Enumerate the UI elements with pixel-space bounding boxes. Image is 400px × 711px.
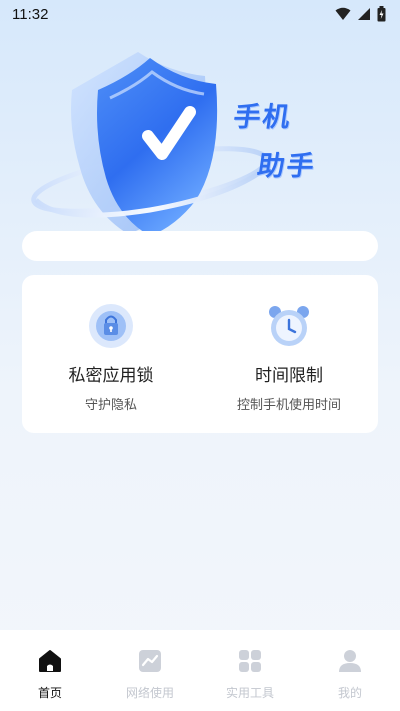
feature-title: 时间限制 [255,366,323,386]
bottom-nav: 首页 网络使用 实用工具 我的 [0,630,400,711]
lock-icon [89,304,133,348]
signal-icon [358,8,370,20]
status-icons [335,6,386,22]
nav-item-profile[interactable]: 我的 [300,630,400,711]
feature-card: 私密应用锁 守护隐私 时间限制 控制手机使用时间 [22,275,378,433]
profile-icon [339,650,361,672]
status-bar: 11:32 [0,0,400,28]
shield-check-icon [31,52,269,236]
home-icon [39,650,61,672]
nav-item-home[interactable]: 首页 [0,630,100,711]
alarm-clock-icon [269,306,309,346]
feature-app-lock[interactable]: 私密应用锁 守护隐私 [22,275,200,433]
battery-icon [377,6,386,22]
hero-title-line2: 助手 [255,151,318,182]
nav-item-tools[interactable]: 实用工具 [200,630,300,711]
search-bar[interactable] [22,231,378,261]
network-chart-icon [139,650,161,672]
nav-label: 我的 [337,686,362,700]
hero-banner: 手机 助手 [0,28,400,238]
nav-item-network[interactable]: 网络使用 [100,630,200,711]
feature-time-limit[interactable]: 时间限制 控制手机使用时间 [200,275,378,433]
feature-title: 私密应用锁 [68,366,154,386]
nav-label: 网络使用 [125,686,174,700]
status-time: 11:32 [12,5,49,23]
tools-grid-icon [239,650,261,672]
nav-label: 首页 [37,686,62,700]
feature-subtitle: 控制手机使用时间 [236,398,341,413]
nav-label: 实用工具 [225,686,274,700]
feature-subtitle: 守护隐私 [84,398,137,413]
hero-title-line1: 手机 [231,102,294,133]
wifi-icon [335,7,351,20]
